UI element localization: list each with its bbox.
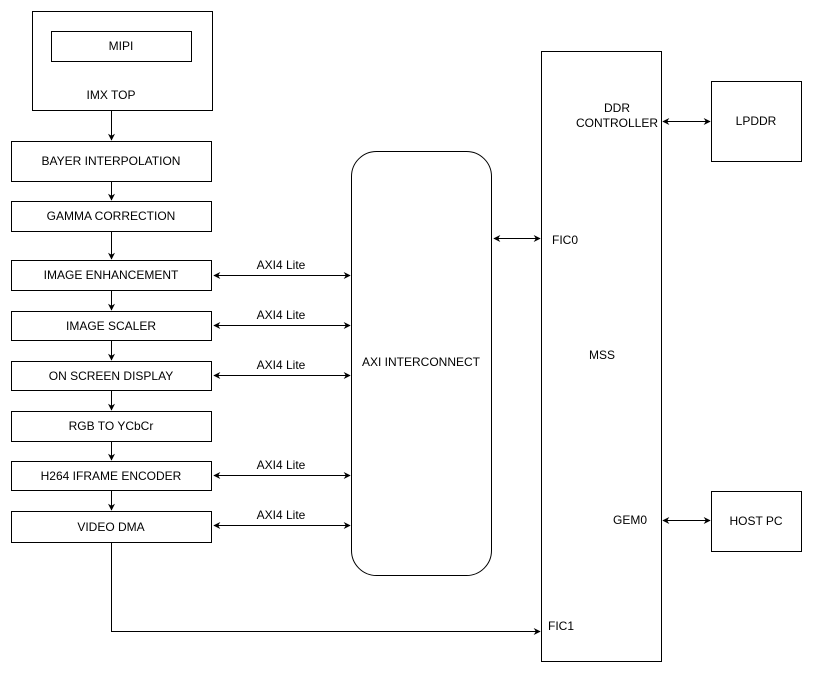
imx-top-block: MIPI IMX TOP	[32, 11, 213, 111]
osd-block: ON SCREEN DISPLAY	[11, 361, 212, 391]
axi4-lite-label: AXI4 Lite	[257, 508, 306, 522]
enhancement-block: IMAGE ENHANCEMENT	[11, 260, 212, 291]
axi4-lite-label: AXI4 Lite	[257, 358, 306, 372]
axi4-lite-link-osd: AXI4 Lite	[213, 358, 351, 379]
fic1-label: FIC1	[548, 619, 574, 633]
ddr-controller-label-1: DDR	[604, 101, 630, 115]
host-pc-label: HOST PC	[729, 514, 782, 528]
scaler-label: IMAGE SCALER	[66, 319, 156, 333]
lpddr-block: LPDDR	[711, 81, 802, 162]
ddr-controller-label-2: CONTROLLER	[576, 116, 658, 130]
axi-interconnect-block: AXI INTERCONNECT	[351, 151, 492, 576]
lpddr-label: LPDDR	[736, 114, 777, 128]
axi4-lite-label: AXI4 Lite	[257, 258, 306, 272]
enhancement-label: IMAGE ENHANCEMENT	[44, 268, 179, 282]
axi4-lite-label: AXI4 Lite	[257, 308, 306, 322]
mipi-label: MIPI	[109, 39, 134, 53]
axi4-lite-link-scaler: AXI4 Lite	[213, 308, 351, 329]
mss-label: MSS	[589, 348, 615, 362]
h264-label: H264 IFRAME ENCODER	[41, 469, 182, 483]
scaler-block: IMAGE SCALER	[11, 311, 212, 341]
block-diagram: MIPI IMX TOP BAYER INTERPOLATION GAMMA C…	[11, 11, 802, 662]
bayer-block: BAYER INTERPOLATION	[11, 141, 212, 182]
vdma-block: VIDEO DMA	[11, 511, 212, 543]
gamma-label: GAMMA CORRECTION	[47, 209, 176, 223]
mss-block: MSS DDR CONTROLLER FIC0 GEM0 FIC1	[541, 51, 662, 662]
gem0-label: GEM0	[613, 513, 647, 527]
vdma-label: VIDEO DMA	[77, 520, 144, 534]
axi-interconnect-label: AXI INTERCONNECT	[362, 355, 481, 369]
osd-label: ON SCREEN DISPLAY	[49, 369, 173, 383]
imx-top-label: IMX TOP	[87, 88, 136, 102]
fic0-label: FIC0	[552, 233, 578, 247]
rgb-block: RGB TO YCbCr	[11, 411, 212, 442]
h264-block: H264 IFRAME ENCODER	[11, 461, 212, 491]
gamma-block: GAMMA CORRECTION	[11, 201, 212, 232]
axi4-lite-link-vdma: AXI4 Lite	[213, 508, 351, 529]
host-pc-block: HOST PC	[711, 491, 802, 552]
axi4-lite-link-h264: AXI4 Lite	[213, 458, 351, 479]
bayer-label: BAYER INTERPOLATION	[42, 154, 181, 168]
rgb-label: RGB TO YCbCr	[69, 419, 154, 433]
axi4-lite-label: AXI4 Lite	[257, 458, 306, 472]
axi4-lite-link-enhancement: AXI4 Lite	[213, 258, 351, 279]
